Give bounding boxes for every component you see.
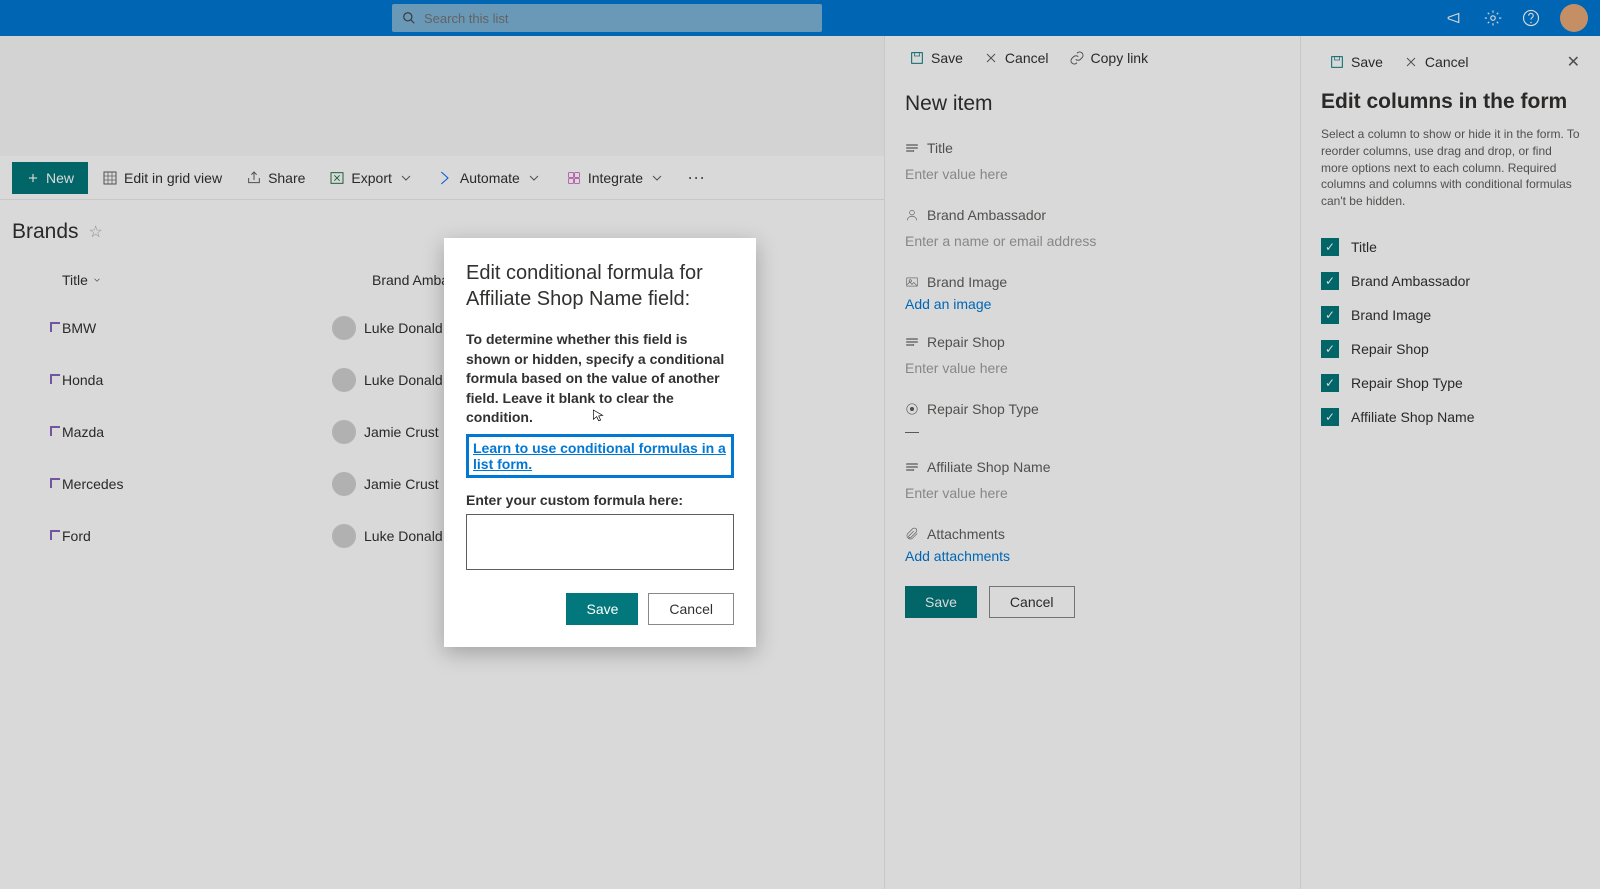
conditional-formula-dialog: Edit conditional formula for Affiliate S… bbox=[444, 238, 756, 647]
dialog-cancel-button[interactable]: Cancel bbox=[648, 593, 734, 625]
dialog-save-button[interactable]: Save bbox=[566, 593, 638, 625]
modal-overlay bbox=[0, 0, 1600, 889]
learn-more-link[interactable]: Learn to use conditional formulas in a l… bbox=[466, 434, 734, 478]
formula-textarea[interactable] bbox=[466, 514, 734, 570]
dialog-description: To determine whether this field is shown… bbox=[466, 330, 734, 428]
dialog-title: Edit conditional formula for Affiliate S… bbox=[466, 260, 734, 312]
formula-label: Enter your custom formula here: bbox=[466, 492, 734, 508]
